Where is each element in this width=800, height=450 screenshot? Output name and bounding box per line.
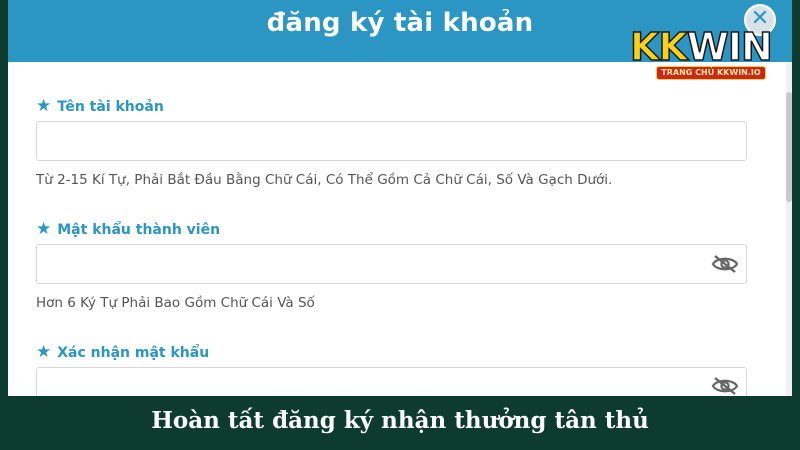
- scrollbar-thumb[interactable]: [786, 92, 792, 202]
- kkwin-logo: KKWIN TRANG CHỦ KKWIN.IO: [628, 24, 788, 84]
- eye-hidden-icon[interactable]: [711, 254, 739, 274]
- page-frame: đăng ký tài khoản ✕ KKWIN TRANG CHỦ KKWI…: [0, 0, 800, 450]
- confirm-password-label-text: Xác nhận mật khẩu: [57, 344, 210, 361]
- username-hint: Từ 2-15 Kí Tự, Phải Bắt Đầu Bằng Chữ Cái…: [36, 172, 613, 188]
- logo-kk: KK: [629, 24, 688, 70]
- register-modal: đăng ký tài khoản ✕ KKWIN TRANG CHỦ KKWI…: [8, 0, 792, 396]
- logo-win: WIN: [686, 24, 773, 70]
- username-input[interactable]: [36, 121, 747, 161]
- password-label: ★ Mật khẩu thành viên: [36, 221, 220, 238]
- star-icon: ★: [36, 219, 52, 239]
- confirm-password-input[interactable]: [36, 367, 747, 396]
- logo-tagline: TRANG CHỦ KKWIN.IO: [656, 66, 766, 80]
- logo-wordmark: KKWIN: [629, 24, 773, 70]
- password-label-text: Mật khẩu thành viên: [57, 221, 221, 238]
- star-icon: ★: [36, 342, 52, 362]
- password-input[interactable]: [36, 244, 747, 284]
- username-label: ★ Tên tài khoản: [36, 98, 164, 115]
- caption-banner: Hoàn tất đăng ký nhận thưởng tân thủ: [0, 396, 800, 450]
- star-icon: ★: [36, 96, 52, 116]
- confirm-password-label: ★ Xác nhận mật khẩu: [36, 344, 209, 361]
- eye-hidden-icon[interactable]: [711, 376, 739, 396]
- password-hint: Hơn 6 Ký Tự Phải Bao Gồm Chữ Cái Và Số: [36, 295, 315, 311]
- username-label-text: Tên tài khoản: [57, 98, 164, 115]
- scrollbar[interactable]: [786, 62, 792, 396]
